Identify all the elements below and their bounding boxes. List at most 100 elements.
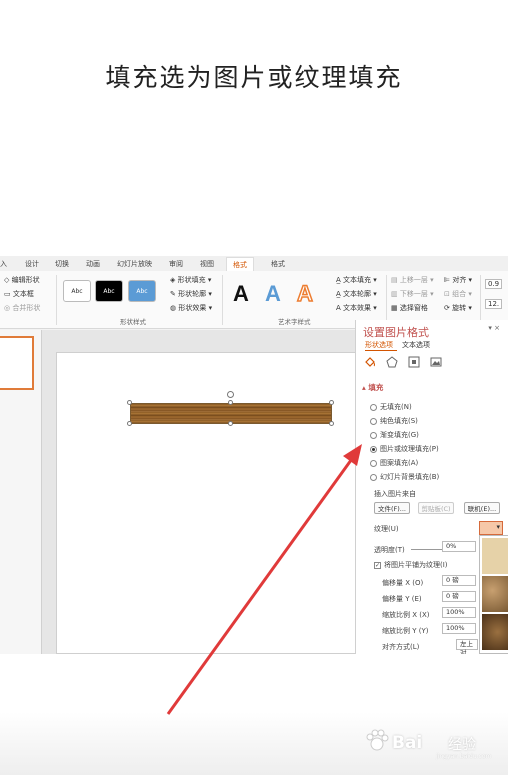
clipboard-button[interactable]: 剪贴板(C) [418,502,454,514]
tab-slideshow[interactable]: 幻灯片放映 [117,259,152,269]
text-box-button[interactable]: ▭ 文本框 [4,289,34,299]
shape-style-black[interactable]: Abc [95,280,123,302]
pattern-fill-option[interactable]: 图案填充(A) [370,458,418,468]
online-button[interactable]: 联机(E)... [464,502,500,514]
slide-thumbnail[interactable] [0,336,34,390]
resize-handle[interactable] [127,400,132,405]
rotate-handle[interactable] [227,391,234,398]
slide-canvas[interactable] [56,352,356,654]
radio-gradient-fill[interactable] [370,431,377,439]
offset-y-field[interactable]: 0 磅 [442,591,476,602]
texture-swatch-brown[interactable] [482,614,508,650]
tab-design[interactable]: 设计 [25,259,39,269]
resize-handle[interactable] [329,400,334,405]
shape-effects-button[interactable]: ◍ 形状效果 ▾ [170,303,212,313]
tab-format-drawing[interactable]: 格式 [226,257,254,271]
watermark-brand-cn: 经验 [448,737,476,753]
wordart-blue-a[interactable]: A [265,281,281,307]
selection-pane-button[interactable]: ▦ 选择窗格 [391,303,428,313]
scale-x-label: 缩放比例 X (X) [382,611,430,619]
merge-shapes-button[interactable]: ◎ 合并形状 [4,303,40,313]
radio-pattern-fill[interactable] [370,459,377,467]
scale-y-field[interactable]: 100% [442,623,476,634]
picture-texture-fill-option[interactable]: 图片或纹理填充(P) [370,444,439,454]
file-button[interactable]: 文件(F)... [374,502,410,514]
gradient-fill-option[interactable]: 渐变填充(G) [370,430,419,440]
texture-dropdown-button[interactable]: ▾ [479,521,503,535]
offset-x-field[interactable]: 0 磅 [442,575,476,586]
chevron-down-icon: ▾ [496,523,500,531]
group-button[interactable]: ⊡ 组合 ▾ [444,289,472,299]
tab-view[interactable]: 视图 [200,259,214,269]
radio-slide-background-fill[interactable] [370,473,377,481]
width-field[interactable]: 12. [485,299,503,309]
text-outline-button[interactable]: A̲ 文本轮廓 ▾ [336,289,377,299]
resize-handle[interactable] [329,421,334,426]
tab-shape-options[interactable]: 形状选项 [365,340,393,350]
alignment-label: 对齐方式(L) [382,643,420,651]
tile-checkbox[interactable]: ✓ [374,561,381,569]
radio-picture-texture-fill[interactable] [370,445,377,453]
texture-swatch-papyrus[interactable] [482,538,508,574]
tab-review[interactable]: 审阅 [169,259,183,269]
pane-title: 设置图片格式 [363,326,429,339]
texture-swatch-crumpled[interactable] [482,576,508,612]
tile-as-texture-option[interactable]: ✓ 将图片平铺为纹理(I) [374,560,448,570]
scale-x-field[interactable]: 100% [442,607,476,618]
editing-area [0,330,356,654]
resize-handle[interactable] [127,421,132,426]
wordart-orange-a[interactable]: A [296,280,313,307]
radio-no-fill[interactable] [370,403,377,411]
divider [480,275,481,325]
text-effects-button[interactable]: A 文本效果 ▾ [336,303,377,313]
tab-transitions[interactable]: 切换 [55,259,69,269]
caption-heading: 填充选为图片或纹理填充 [105,63,403,92]
tab-format-picture[interactable]: 格式 [271,259,285,269]
resize-handle[interactable] [228,400,233,405]
offset-x-label: 偏移量 X (O) [382,579,424,587]
watermark-brand: Bai [392,733,423,753]
slide-background-fill-option[interactable]: 幻灯片背景填充(B) [370,472,439,482]
tab-insert[interactable]: 入 [0,259,7,269]
tab-text-options[interactable]: 文本选项 [402,340,430,350]
format-picture-pane: 设置图片格式 ▾ × 形状选项 文本选项 ▴ 填充 无填充(N) 纯色填充(S)… [355,320,508,654]
rotate-button[interactable]: ⟳ 旋转 ▾ [444,303,472,313]
shape-style-white[interactable]: Abc [63,280,91,302]
pane-close-button[interactable]: ▾ × [488,324,500,332]
offset-y-label: 偏移量 Y (E) [382,595,422,603]
slide-thumbnails-pane [0,330,42,654]
scale-y-label: 缩放比例 Y (Y) [382,627,429,635]
shape-style-blue[interactable]: Abc [128,280,156,302]
transparency-label: 透明度(T) [374,546,405,554]
height-field[interactable]: 0.9 [485,279,503,289]
tab-animations[interactable]: 动画 [86,259,100,269]
pentagon-effects-icon[interactable] [386,356,398,368]
bring-forward-button[interactable]: ▤ 上移一层 ▾ [391,275,434,285]
powerpoint-screenshot: 入 设计 切换 动画 幻灯片放映 审阅 视图 格式 格式 ◇ 编辑形状 ▭ 文本… [0,256,508,654]
resize-handle[interactable] [228,421,233,426]
shape-styles-group-label: 形状样式 [120,318,146,326]
baidu-jingyan-watermark: Bai 经验 jingyan.baidu.com [360,722,500,762]
text-fill-button[interactable]: A̲ 文本填充 ▾ [336,275,377,285]
paw-logo-icon [366,729,389,751]
edit-shape-button[interactable]: ◇ 编辑形状 [4,275,40,285]
divider [56,275,57,325]
fill-section-header[interactable]: ▴ 填充 [362,382,383,393]
ribbon-tabs: 入 设计 切换 动画 幻灯片放映 审阅 视图 格式 格式 [0,256,508,271]
solid-fill-option[interactable]: 纯色填充(S) [370,416,418,426]
no-fill-option[interactable]: 无填充(N) [370,402,412,412]
fill-bucket-icon[interactable] [364,356,376,368]
send-backward-button[interactable]: ▥ 下移一层 ▾ [391,289,434,299]
size-properties-icon[interactable] [408,356,420,368]
alignment-field[interactable]: 左上对 [456,639,478,654]
shape-outline-button[interactable]: ✎ 形状轮廓 ▾ [170,289,212,299]
divider [222,275,223,325]
wordart-black-a[interactable]: A [233,281,249,307]
align-button[interactable]: ⊫ 对齐 ▾ [444,275,472,285]
picture-icon[interactable] [430,356,442,368]
insert-picture-from-label: 插入图片来自 [374,490,416,498]
transparency-field[interactable]: 0% [442,541,476,552]
shape-fill-button[interactable]: ◈ 形状填充 ▾ [170,275,211,285]
texture-gallery [479,535,508,654]
radio-solid-fill[interactable] [370,417,377,425]
